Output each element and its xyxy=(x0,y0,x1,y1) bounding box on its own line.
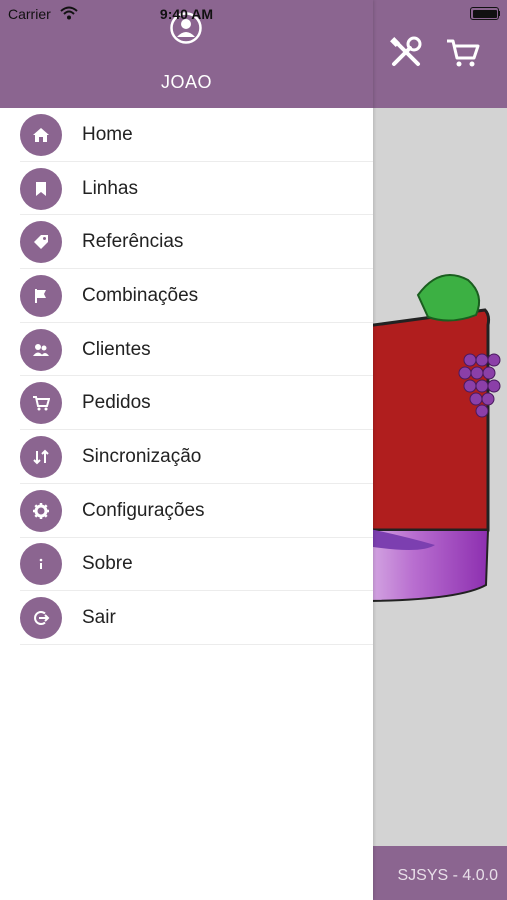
people-icon xyxy=(20,328,62,371)
menu-item-label: Combinações xyxy=(82,284,199,306)
logout-icon xyxy=(20,597,62,640)
tools-icon[interactable] xyxy=(388,36,426,70)
menu-item-clientes[interactable]: Clientes xyxy=(0,323,373,377)
tag-icon xyxy=(20,221,62,264)
gear-icon xyxy=(20,489,62,532)
username: JOAO xyxy=(160,72,212,92)
version-label: SJSYS - 4.0.0 xyxy=(397,867,499,884)
menu-item-configuracoes[interactable]: Configurações xyxy=(0,484,373,538)
menu-item-label: Clientes xyxy=(82,338,151,360)
clock: 9:40 AM xyxy=(159,6,214,22)
bookmark-icon xyxy=(20,167,62,210)
menu-item-home[interactable]: Home xyxy=(0,108,373,162)
menu-item-sincronizacao[interactable]: Sincronização xyxy=(0,430,373,484)
menu-item-label: Referências xyxy=(82,231,184,253)
battery-icon xyxy=(470,7,500,20)
status-bar: Carrier 9:40 AM xyxy=(0,0,507,28)
menu-item-linhas[interactable]: Linhas xyxy=(0,162,373,216)
menu-item-label: Linhas xyxy=(82,177,138,199)
sync-icon xyxy=(20,435,62,478)
cart-icon xyxy=(20,382,62,425)
home-icon xyxy=(20,113,62,156)
menu-item-sair[interactable]: Sair xyxy=(0,591,373,645)
menu-item-label: Home xyxy=(82,123,133,145)
menu-item-label: Pedidos xyxy=(82,392,151,414)
menu-item-label: Configurações xyxy=(82,499,205,521)
menu-item-label: Sobre xyxy=(82,553,133,575)
drawer-menu: Home Linhas Referências Combinações Clie… xyxy=(0,108,373,645)
menu-item-pedidos[interactable]: Pedidos xyxy=(0,376,373,430)
menu-item-label: Sair xyxy=(82,607,116,629)
side-drawer: JOAO Home Linhas Referências Combinações xyxy=(0,0,373,900)
menu-item-label: Sincronização xyxy=(82,445,202,467)
info-icon xyxy=(20,543,62,586)
menu-item-combinacoes[interactable]: Combinações xyxy=(0,269,373,323)
cart-icon[interactable] xyxy=(444,36,482,70)
flag-icon xyxy=(20,274,62,317)
menu-item-referencias[interactable]: Referências xyxy=(0,215,373,269)
menu-item-sobre[interactable]: Sobre xyxy=(0,538,373,592)
